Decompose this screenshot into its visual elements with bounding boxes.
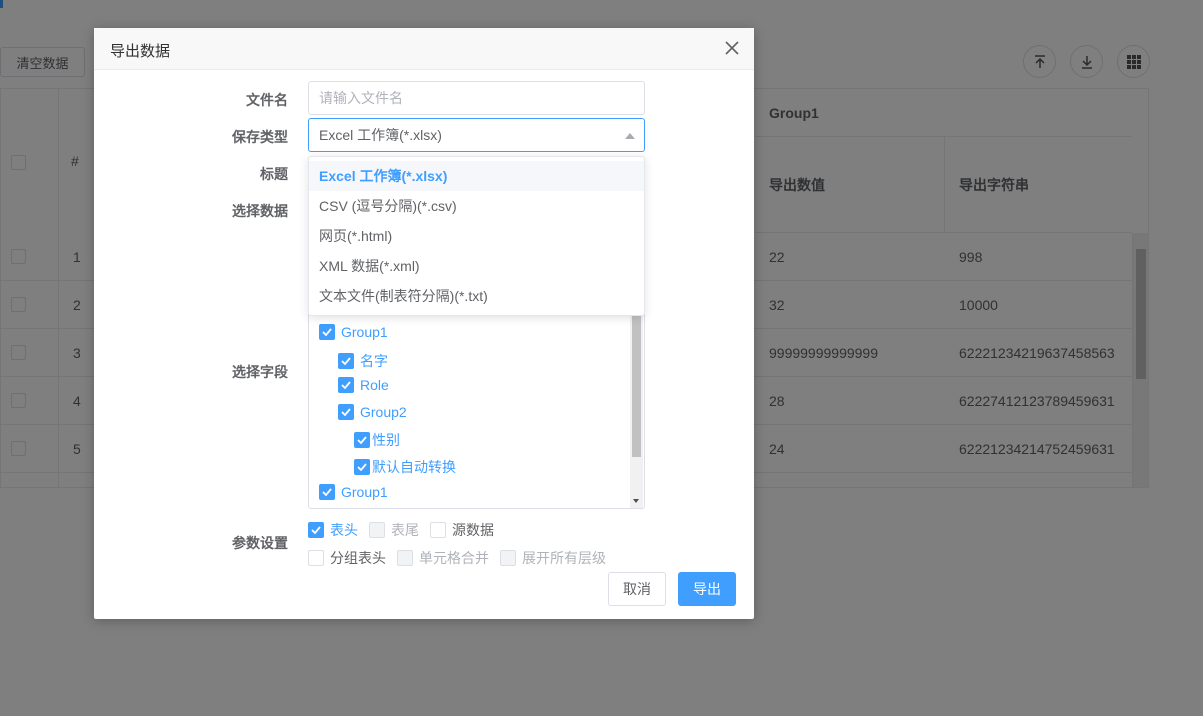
dropdown-option[interactable]: 网页(*.html) (309, 221, 644, 251)
field-label: 名字 (360, 353, 388, 369)
select-data-label: 选择数据 (232, 203, 288, 219)
title-label: 标题 (260, 166, 288, 182)
check-icon[interactable] (354, 432, 370, 448)
option-group-header[interactable]: 分组表头 (308, 548, 386, 568)
field-item[interactable]: Role (338, 377, 389, 393)
option-label: 单元格合并 (419, 550, 489, 566)
cancel-button[interactable]: 取消 (608, 572, 666, 606)
field-tree-scrollbar[interactable] (630, 309, 643, 508)
field-label: Group1 (341, 484, 388, 500)
close-button[interactable] (722, 38, 742, 58)
dialog-header: 导出数据 (94, 28, 754, 70)
check-icon[interactable] (354, 459, 370, 475)
field-item[interactable]: 性别 (354, 430, 400, 450)
field-tree: Group1 名字 Role Group2 性别 默认自动转换 Group1 (308, 308, 645, 509)
save-type-value: Excel 工作簿(*.xlsx) (319, 127, 442, 143)
option-header[interactable]: 表头 (308, 520, 358, 540)
filename-placeholder: 请输入文件名 (319, 90, 403, 106)
caret-up-icon (625, 133, 635, 139)
checkbox-disabled (500, 550, 516, 566)
option-label: 展开所有层级 (522, 550, 606, 566)
field-item[interactable]: 名字 (338, 351, 388, 371)
field-label: Group2 (360, 404, 407, 420)
dialog-title: 导出数据 (110, 43, 171, 60)
filename-label: 文件名 (246, 92, 288, 108)
option-label: 表头 (330, 522, 358, 538)
option-source[interactable]: 源数据 (430, 520, 494, 540)
dropdown-option[interactable]: Excel 工作簿(*.xlsx) (309, 161, 644, 191)
dropdown-option[interactable]: CSV (逗号分隔)(*.csv) (309, 191, 644, 221)
option-merge-cells: 单元格合并 (397, 548, 489, 568)
checkbox-disabled (369, 522, 385, 538)
option-footer: 表尾 (369, 520, 419, 540)
checkbox[interactable] (308, 550, 324, 566)
save-type-dropdown: Excel 工作簿(*.xlsx) CSV (逗号分隔)(*.csv) 网页(*… (308, 156, 645, 316)
field-label: 性别 (372, 432, 400, 448)
export-button[interactable]: 导出 (678, 572, 736, 606)
field-item[interactable]: Group2 (338, 404, 407, 420)
checkbox-disabled (397, 550, 413, 566)
field-item[interactable]: Group1 (319, 324, 388, 340)
check-icon[interactable] (319, 324, 335, 340)
field-label: Group1 (341, 324, 388, 340)
scroll-down-icon[interactable] (633, 499, 639, 503)
option-label: 表尾 (391, 522, 419, 538)
close-icon (725, 41, 739, 55)
save-type-label: 保存类型 (232, 129, 288, 145)
dropdown-option[interactable]: XML 数据(*.xml) (309, 251, 644, 281)
option-label: 源数据 (452, 522, 494, 538)
select-fields-label: 选择字段 (232, 364, 288, 380)
field-label: 默认自动转换 (372, 459, 456, 475)
field-item[interactable]: 默认自动转换 (354, 457, 456, 477)
check-icon[interactable] (319, 484, 335, 500)
check-icon[interactable] (308, 522, 324, 538)
check-icon[interactable] (338, 377, 354, 393)
option-expand-all: 展开所有层级 (500, 548, 606, 568)
save-type-select[interactable]: Excel 工作簿(*.xlsx) (308, 118, 645, 152)
check-icon[interactable] (338, 353, 354, 369)
field-item[interactable]: Group1 (319, 484, 388, 500)
field-label: Role (360, 377, 389, 393)
params-label: 参数设置 (232, 535, 288, 551)
field-tree-scrollbar-thumb[interactable] (632, 309, 641, 457)
dropdown-option[interactable]: 文本文件(制表符分隔)(*.txt) (309, 281, 644, 311)
check-icon[interactable] (338, 404, 354, 420)
option-label: 分组表头 (330, 550, 386, 566)
filename-input[interactable]: 请输入文件名 (308, 81, 645, 115)
checkbox[interactable] (430, 522, 446, 538)
export-dialog: 导出数据 文件名 请输入文件名 保存类型 Excel 工作簿(*.xlsx) 标… (94, 28, 754, 619)
